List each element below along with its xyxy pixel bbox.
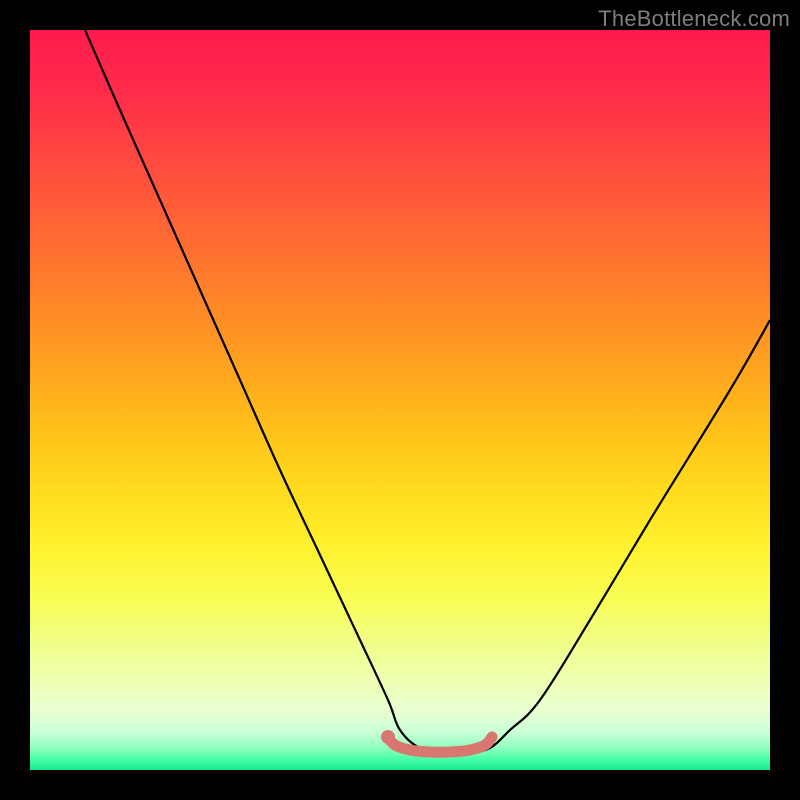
gradient-plot-area [30, 30, 770, 770]
bottleneck-curve-path [85, 30, 770, 753]
attribution-text: TheBottleneck.com [598, 6, 790, 32]
valley-marker-path [388, 737, 492, 752]
chart-stage: TheBottleneck.com [0, 0, 800, 800]
chart-svg [30, 30, 770, 770]
valley-marker-dot [381, 730, 395, 744]
